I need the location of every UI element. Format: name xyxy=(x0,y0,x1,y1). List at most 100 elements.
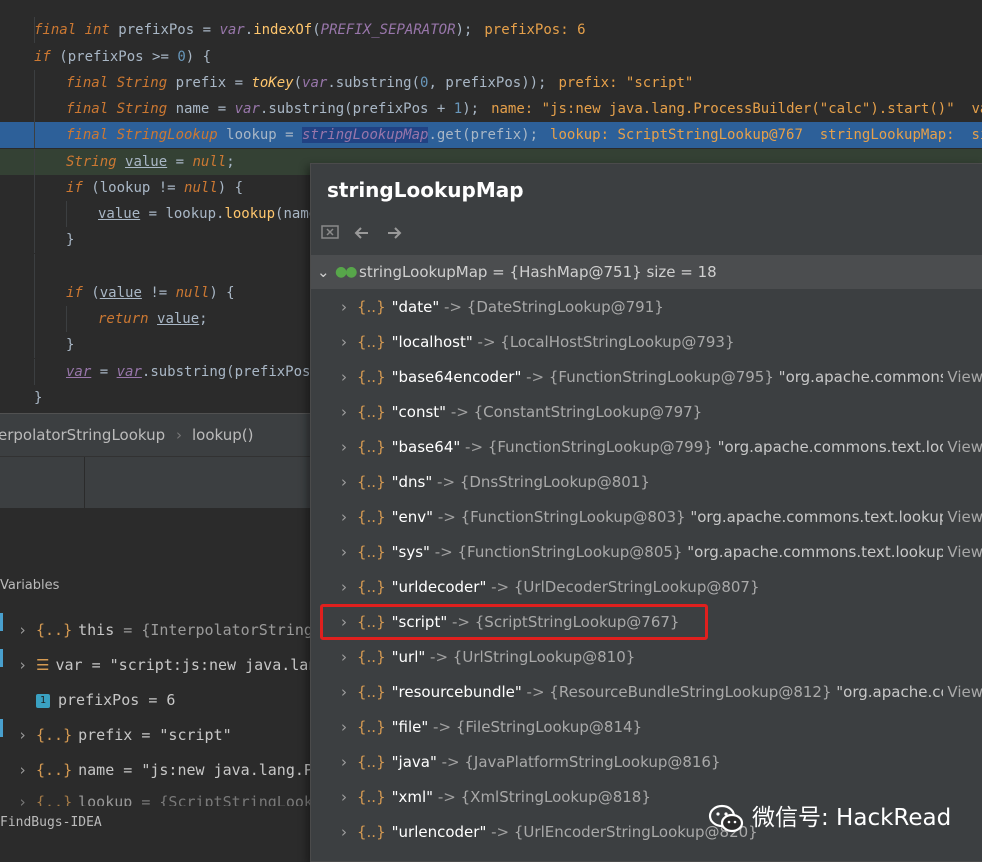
code-token: 0 xyxy=(177,49,186,65)
wechat-watermark: 微信号: HackRead xyxy=(708,798,951,838)
chevron-right-icon[interactable]: › xyxy=(341,570,347,605)
close-tab-icon[interactable] xyxy=(319,224,341,246)
map-entry-row[interactable]: › {..} "urldecoder" -> {UrlDecoderStringLo… xyxy=(311,570,982,605)
code-token: (prefixPos >= xyxy=(59,49,178,65)
code-token: ; xyxy=(199,311,208,327)
current-execution-line[interactable]: final StringLookup lookup = stringLookup… xyxy=(0,122,982,148)
code-token: ( xyxy=(293,75,303,91)
variable-row[interactable]: ›{..} this = {InterpolatorStringLookup@ xyxy=(18,617,318,643)
code-token: = xyxy=(167,154,193,170)
code-token: prefixPos = xyxy=(118,22,220,38)
entry-value: {FunctionStringLookup@799} xyxy=(487,438,713,456)
entry-key: "const" xyxy=(391,403,447,421)
expand-arrow-icon[interactable]: › xyxy=(18,757,36,783)
code-token: value xyxy=(99,285,142,301)
panel-divider[interactable] xyxy=(84,457,85,509)
code-token: != xyxy=(141,285,176,301)
map-entry-row[interactable]: › {..} "url" -> {UrlStringLookup@810} xyxy=(311,640,982,675)
map-entry-row[interactable]: › {..} "file" -> {FileStringLookup@814} xyxy=(311,710,982,745)
map-entry-row[interactable]: › {..} "env" -> {FunctionStringLookup@803}… xyxy=(311,500,982,535)
back-arrow-icon[interactable] xyxy=(351,224,373,246)
code-token: stringLookupMap xyxy=(302,127,429,143)
chevron-right-icon[interactable]: › xyxy=(341,710,347,745)
map-entry-row[interactable]: › {..} "localhost" -> {LocalHostStringLook… xyxy=(311,325,982,360)
code-token: ( xyxy=(312,22,321,38)
map-entry-row[interactable]: › {..} "date" -> {DateStringLookup@791} xyxy=(311,290,982,325)
view-link[interactable]: View xyxy=(943,675,982,710)
chevron-right-icon[interactable]: › xyxy=(341,780,347,815)
expand-arrow-icon[interactable]: › xyxy=(18,792,36,806)
code-line[interactable]: if (prefixPos >= 0) { xyxy=(0,44,982,70)
code-line[interactable]: final int prefixPos = var.indexOf(PREFIX… xyxy=(0,17,982,43)
object-icon: {..} xyxy=(357,298,386,316)
forward-arrow-icon[interactable] xyxy=(383,224,405,246)
arrow-icon: -> xyxy=(428,718,456,736)
inline-debug-hint: prefixPos: 6 xyxy=(484,22,586,38)
code-token: return xyxy=(98,311,158,327)
variable-name: prefixPos xyxy=(58,691,140,709)
code-token: ) { xyxy=(217,180,244,196)
chevron-right-icon[interactable]: › xyxy=(341,745,347,780)
variable-row[interactable]: 1 prefixPos = 6 xyxy=(18,687,318,713)
view-link[interactable]: View xyxy=(943,500,982,535)
variable-row[interactable]: ›☰ var = "script:js:new java.lang.Proce xyxy=(18,652,318,678)
arrow-icon: -> xyxy=(486,578,514,596)
chevron-right-icon[interactable]: › xyxy=(341,325,347,360)
entry-value: {DnsStringLookup@801} xyxy=(459,473,650,491)
view-link[interactable]: View xyxy=(943,360,982,395)
code-line[interactable]: final String prefix = toKey(var.substrin… xyxy=(0,70,982,96)
highlight-box xyxy=(320,604,708,640)
code-token: value xyxy=(98,206,141,222)
expand-arrow-icon[interactable]: › xyxy=(18,617,36,643)
chevron-right-icon[interactable]: › xyxy=(341,290,347,325)
code-line[interactable]: final String name = var.substring(prefix… xyxy=(0,96,982,122)
expand-arrow-icon[interactable]: › xyxy=(18,652,36,678)
chevron-right-icon[interactable]: › xyxy=(341,640,347,675)
entry-value: {DateStringLookup@791} xyxy=(466,298,664,316)
root-node-row[interactable]: ⌄ ●● stringLookupMap = {HashMap@751} siz… xyxy=(311,255,982,289)
findbugs-tab[interactable]: FindBugs-IDEA xyxy=(0,815,102,830)
entry-value: {FunctionStringLookup@803} xyxy=(460,508,686,526)
arrow-icon: -> xyxy=(521,368,549,386)
gutter-marker xyxy=(0,613,3,631)
variable-row[interactable]: › {..} prefix = "script" xyxy=(18,722,318,748)
chevron-right-icon[interactable]: › xyxy=(341,535,347,570)
map-entry-row[interactable]: › {..} "dns" -> {DnsStringLookup@801} xyxy=(311,465,982,500)
object-icon: {..} xyxy=(357,368,386,386)
chevron-right-icon[interactable]: › xyxy=(341,500,347,535)
breadcrumb-class[interactable]: erpolatorStringLookup xyxy=(0,426,165,444)
entry-key: "resourcebundle" xyxy=(391,683,522,701)
code-token: ( xyxy=(91,285,100,301)
variable-value: = {InterpolatorStringLookup@ xyxy=(123,621,318,639)
chevron-right-icon[interactable]: › xyxy=(341,465,347,500)
code-token: indexOf xyxy=(253,22,313,38)
map-entry-row[interactable]: › {..} "const" -> {ConstantStringLookup@79… xyxy=(311,395,982,430)
popup-title: stringLookupMap xyxy=(327,178,524,202)
breadcrumb-method[interactable]: lookup() xyxy=(192,426,253,444)
variable-row[interactable]: ›{..} lookup = {ScriptStringLookup@76 xyxy=(18,792,318,806)
code-token: var xyxy=(66,364,92,380)
chevron-right-icon[interactable]: › xyxy=(341,395,347,430)
view-link[interactable]: View xyxy=(943,535,982,570)
map-entry-row[interactable]: › {..} "resourcebundle" -> {ResourceBundle… xyxy=(311,675,982,710)
variable-row[interactable]: ›{..} name = "js:new java.lang.ProcessB xyxy=(18,757,318,783)
chevron-right-icon[interactable]: › xyxy=(341,360,347,395)
expand-arrow-icon[interactable]: › xyxy=(18,722,36,748)
code-token: name = xyxy=(175,101,235,117)
chevron-right-icon[interactable]: › xyxy=(341,815,347,850)
chevron-right-icon[interactable]: › xyxy=(341,675,347,710)
code-token: if xyxy=(66,180,92,196)
entry-key: "url" xyxy=(391,648,426,666)
code-token: value xyxy=(125,154,168,170)
object-icon: {..} xyxy=(357,438,386,456)
map-entry-row[interactable]: › {..} "sys" -> {FunctionStringLookup@805}… xyxy=(311,535,982,570)
object-icon: {..} xyxy=(36,793,73,806)
map-entry-row[interactable]: › {..} "base64" -> {FunctionStringLookup@7… xyxy=(311,430,982,465)
map-entry-row[interactable]: › {..} "java" -> {JavaPlatformStringLookup… xyxy=(311,745,982,780)
view-link[interactable]: View xyxy=(943,430,982,465)
chevron-right-icon[interactable]: › xyxy=(341,430,347,465)
chevron-down-icon[interactable]: ⌄ xyxy=(317,255,330,289)
map-entry-row[interactable]: › {..} "base64encoder" -> {FunctionStringL… xyxy=(311,360,982,395)
code-token: .substring( xyxy=(327,75,421,91)
variable-value: = "script:js:new java.lang.Proce xyxy=(91,656,318,674)
